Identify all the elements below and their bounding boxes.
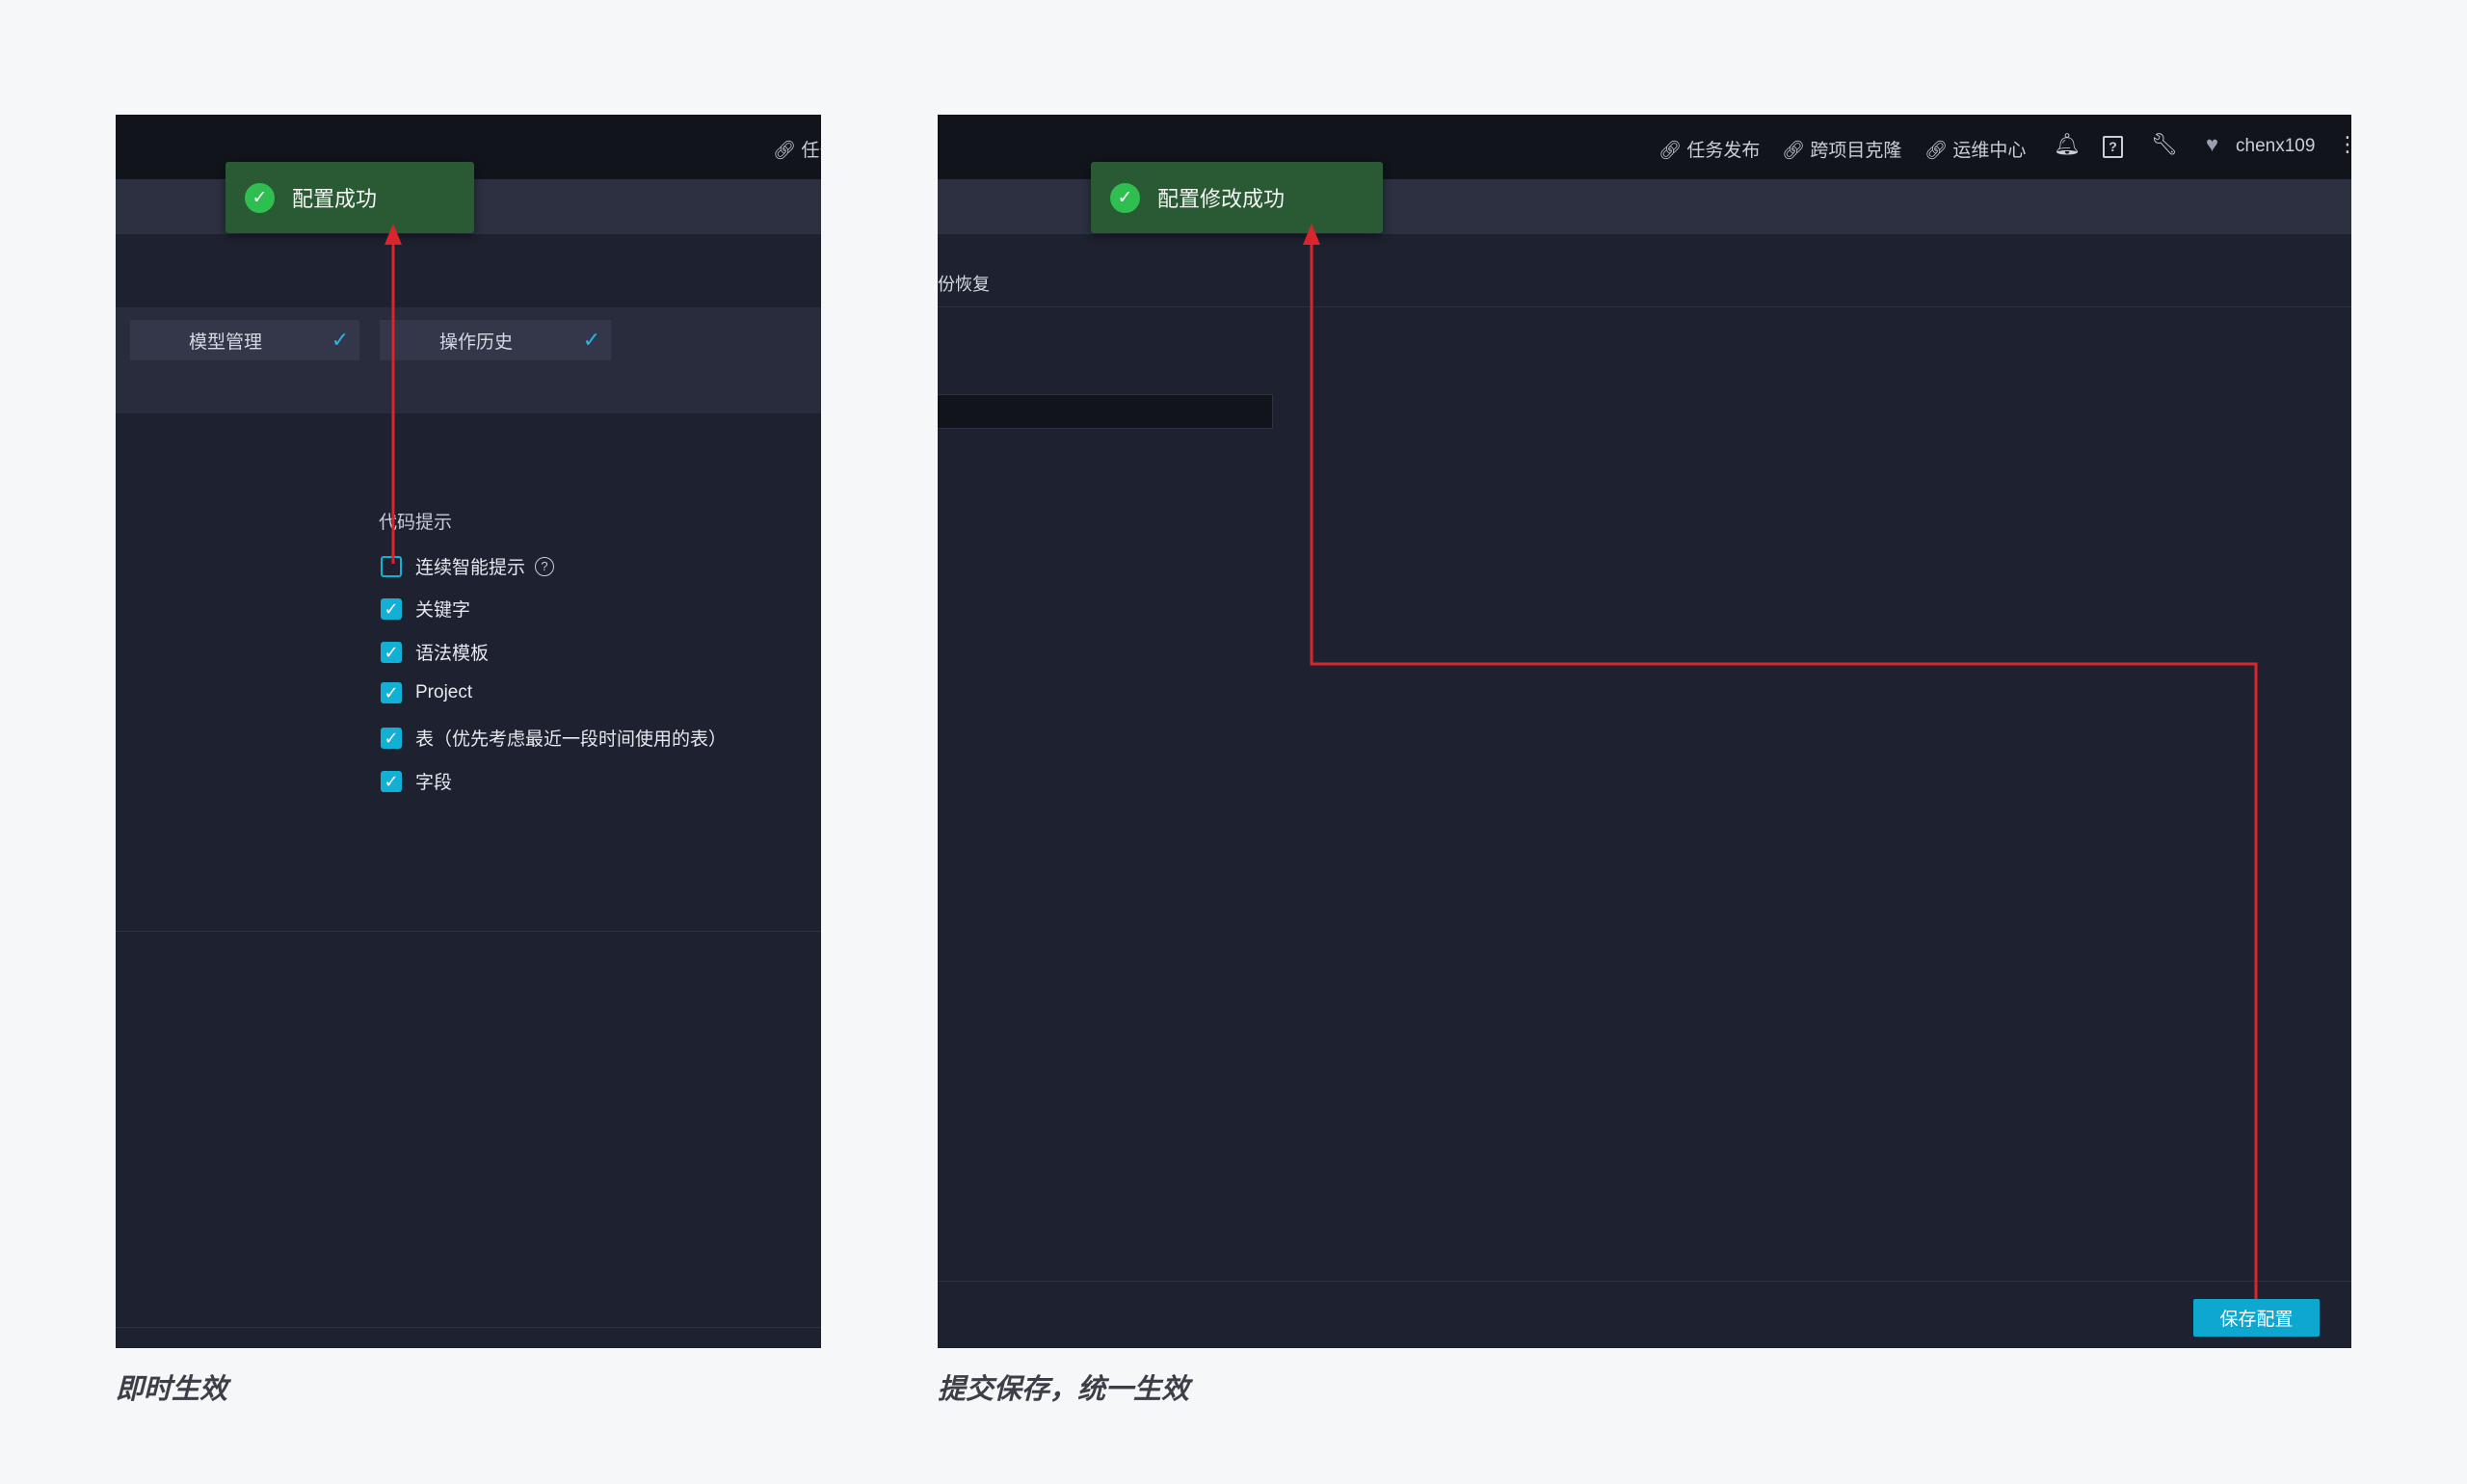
check-circle-icon: ✓: [245, 182, 275, 213]
link-icon: 🔗︎: [773, 141, 797, 161]
checkbox-continuous-smart-hints[interactable]: 连续智能提示 ?: [381, 553, 555, 579]
checkbox-checked[interactable]: ✓: [381, 770, 402, 792]
bell-icon[interactable]: 🔔︎: [2054, 132, 2081, 157]
help-box-icon[interactable]: ?: [2103, 136, 2123, 158]
right-screenshot-panel: 🔗︎ 任务发布 🔗︎ 跨项目克隆 🔗︎ 运维中心 🔔︎ ? 🔧︎ ♥ chenx…: [938, 115, 2351, 1348]
success-toast: ✓ 配置成功: [225, 162, 474, 233]
tab-operation-history[interactable]: 操作历史 ✓: [380, 320, 611, 360]
checkbox-checked[interactable]: ✓: [381, 597, 402, 620]
check-circle-icon: ✓: [1110, 182, 1140, 213]
divider: [116, 1327, 821, 1328]
link-icon: 🔗︎: [1924, 141, 1949, 161]
nav-link-cross-project-clone[interactable]: 🔗︎ 跨项目克隆: [1782, 136, 1901, 162]
checkbox-project[interactable]: ✓ Project: [381, 682, 472, 703]
footer-divider: [938, 1281, 2351, 1282]
checkbox-checked[interactable]: ✓: [381, 727, 402, 749]
left-screenshot-panel: 🔗︎ 任务 模型管理 ✓ 操作历史 ✓ 代码提示 连续智能提示 ? ✓ 关键字 …: [116, 115, 821, 1348]
question-circle-icon[interactable]: ?: [535, 556, 555, 576]
divider: [116, 931, 821, 932]
text-input[interactable]: [938, 394, 1273, 429]
checkbox-keywords[interactable]: ✓ 关键字: [381, 596, 470, 622]
breadcrumb[interactable]: 份恢复: [938, 271, 990, 296]
checkbox-unchecked[interactable]: [381, 555, 402, 577]
link-icon: 🔗︎: [1782, 141, 1806, 161]
wrench-icon[interactable]: 🔧︎: [2151, 132, 2178, 157]
checkbox-tables[interactable]: ✓ 表（优先考虑最近一段时间使用的表）: [381, 725, 727, 751]
save-config-button[interactable]: 保存配置: [2193, 1299, 2320, 1337]
divider: [938, 306, 2351, 307]
nav-link-task-publish[interactable]: 🔗︎ 任务发布: [1658, 136, 1760, 162]
username[interactable]: chenx109: [2236, 136, 2315, 157]
checkmark-icon: ✓: [331, 328, 350, 352]
success-toast: ✓ 配置修改成功: [1091, 162, 1383, 233]
caption-submit-save: 提交保存，统一生效: [938, 1374, 1190, 1405]
link-icon: 🔗︎: [1658, 141, 1683, 161]
checkbox-checked[interactable]: ✓: [381, 682, 402, 703]
checkbox-syntax-templates[interactable]: ✓ 语法模板: [381, 639, 489, 665]
nav-link-ops-center[interactable]: 🔗︎ 运维中心: [1924, 136, 2026, 162]
checkmark-icon: ✓: [582, 328, 601, 352]
tab-model-management[interactable]: 模型管理 ✓: [130, 320, 359, 360]
checkbox-fields[interactable]: ✓ 字段: [381, 768, 452, 794]
more-vertical-icon[interactable]: ⋮: [2337, 132, 2351, 157]
section-title-code-hints: 代码提示: [379, 513, 453, 533]
avatar-icon[interactable]: ♥: [2206, 132, 2218, 157]
nav-link-task-publish-partial[interactable]: 🔗︎ 任务: [773, 136, 821, 162]
checkbox-checked[interactable]: ✓: [381, 641, 402, 663]
caption-immediate-effect: 即时生效: [116, 1374, 228, 1405]
